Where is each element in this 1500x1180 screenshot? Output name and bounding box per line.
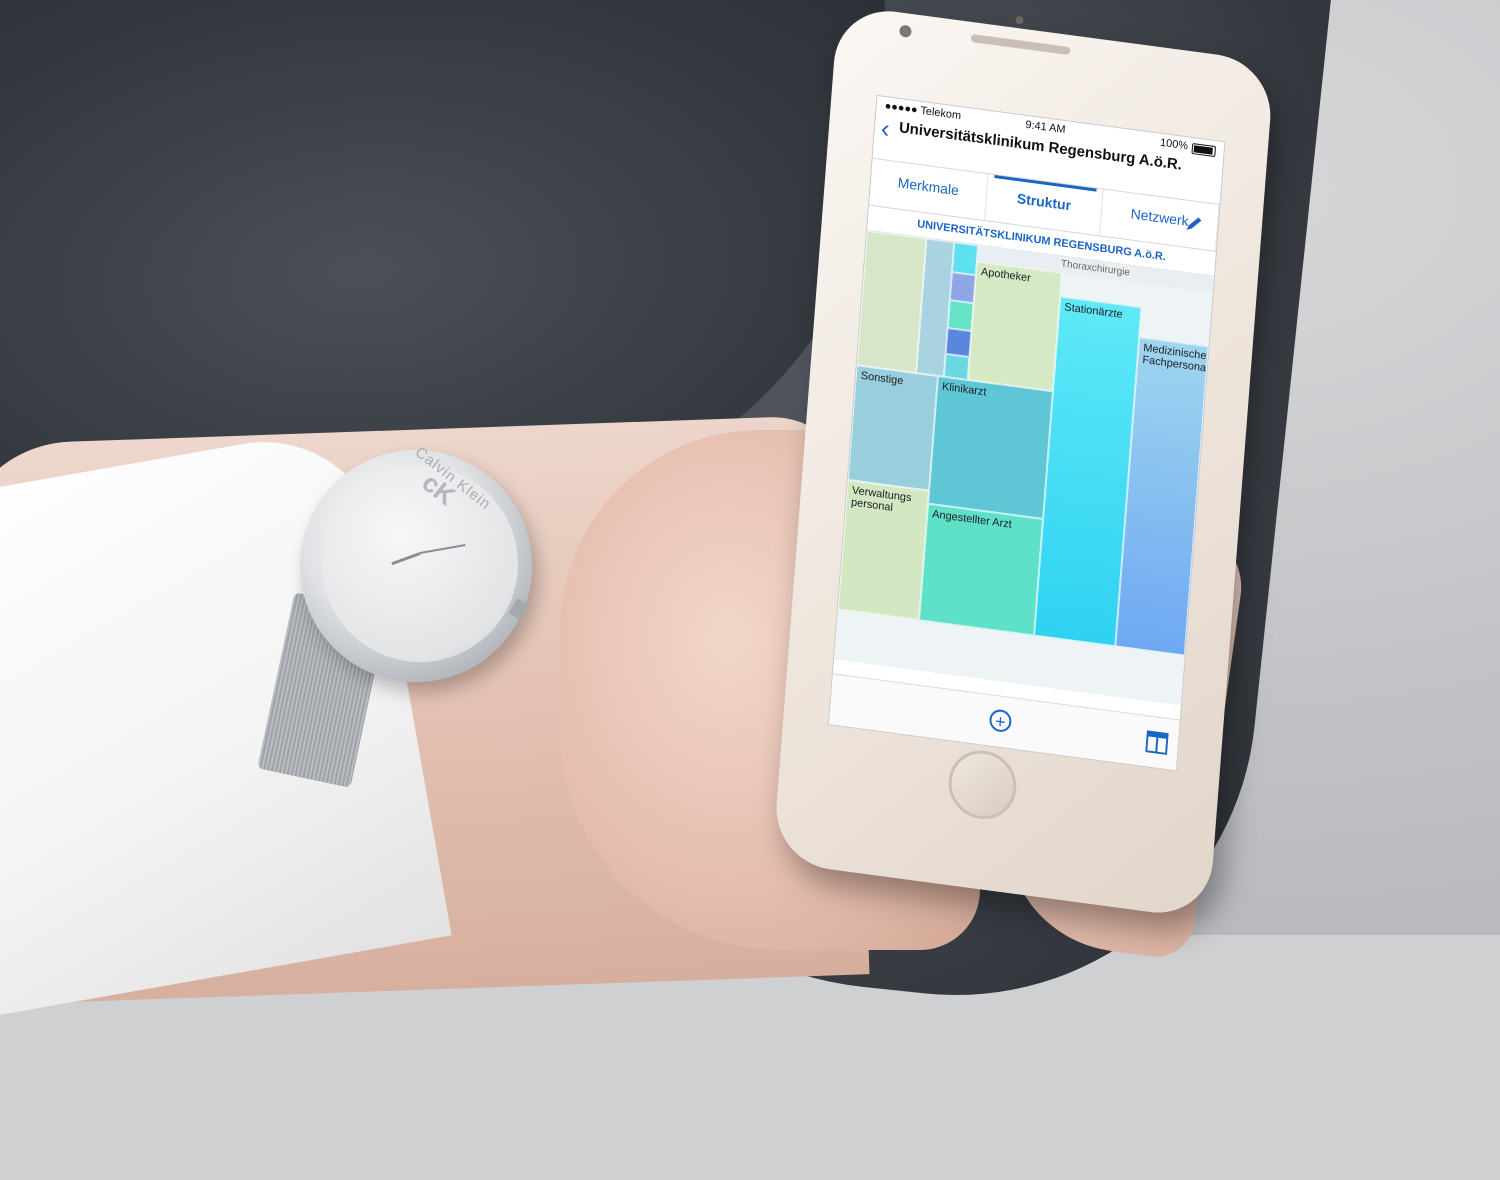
treemap-cell-sonstige[interactable]: Sonstige (847, 365, 938, 491)
treemap-cell-small[interactable] (951, 242, 979, 276)
chevron-left-icon[interactable]: ‹ (880, 113, 891, 144)
treemap-cell-small[interactable] (947, 300, 974, 332)
treemap-cell-klinikarzt[interactable]: Klinikarzt (928, 376, 1053, 519)
home-button[interactable] (946, 746, 1019, 824)
status-time: 9:41 AM (1024, 118, 1066, 137)
layout-icon[interactable] (1145, 730, 1169, 756)
treemap-cell-small[interactable] (945, 327, 972, 358)
treemap-cell-small[interactable] (943, 353, 970, 380)
phone: ●●●●● Telekom 9:41 AM 100% ‹ Universität… (772, 4, 1500, 1180)
pencil-icon[interactable] (1184, 214, 1203, 234)
treemap-cell-apotheker[interactable]: Apotheker (967, 261, 1063, 392)
phone-screen: ●●●●● Telekom 9:41 AM 100% ‹ Universität… (827, 94, 1226, 772)
battery-percent: 100% (1159, 136, 1189, 153)
structure-treemap: Thoraxchirurgie Apotheker Stationärzte M… (833, 230, 1214, 706)
treemap-cell-verwaltungspersonal[interactable]: Verwaltungs personal (837, 479, 930, 621)
treemap-cell-small[interactable] (949, 272, 976, 304)
plus-circle-icon[interactable]: + (988, 708, 1013, 734)
front-camera-icon (899, 24, 912, 39)
earpiece-speaker (970, 33, 1071, 56)
battery-icon (1191, 142, 1217, 158)
treemap-cell-small[interactable] (856, 230, 927, 374)
treemap-cell-angestellter-arzt[interactable]: Angestellter Arzt (919, 503, 1044, 636)
